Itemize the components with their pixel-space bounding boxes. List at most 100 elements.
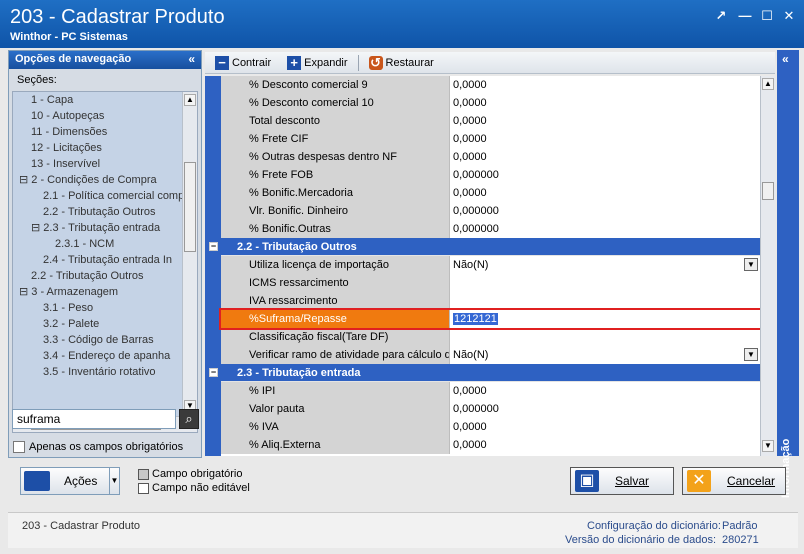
tree-item[interactable]: 2.2 - Tributação Outros <box>13 204 197 220</box>
tree-item[interactable]: ⊟ 2 - Condições de Compra <box>13 172 197 188</box>
grid-field-row: Total desconto 0,0000 <box>221 112 760 130</box>
grid-section-header[interactable]: − 2.2 - Tributação Outros <box>209 238 760 256</box>
legend-noneditable: Campo não editável <box>138 481 250 495</box>
field-value: Não(N) <box>453 349 489 361</box>
dict-version-label: Versão do dicionário de dados: <box>565 534 717 546</box>
tree-item[interactable]: 3.5 - Inventário rotativo <box>13 364 197 380</box>
collapse-nav-icon[interactable]: « <box>188 52 195 66</box>
close-button[interactable]: ✕ <box>780 8 798 24</box>
grid-section-header[interactable]: − 2.3 - Tributação entrada <box>209 364 760 382</box>
grid-field-row: % IVA 0,0000 <box>221 418 760 436</box>
grid-scrollbar[interactable]: ▲ ▼ <box>760 76 775 456</box>
restore-label: Restaurar <box>385 56 434 69</box>
grid-field-row: Utiliza licença de importação Não(N) ▼ <box>221 256 760 274</box>
tree-items: 1 - Capa 10 - Autopeças 11 - Dimensões 12 -… <box>13 92 197 380</box>
cancel-label: Cancelar <box>727 474 776 488</box>
field-label: Verificar ramo de atividade para cálculo… <box>221 346 450 364</box>
property-grid: % Desconto comercial 9 0,0000% Desconto c… <box>205 76 760 456</box>
expand-info-icon[interactable]: « <box>782 52 789 66</box>
only-required-checkbox[interactable] <box>13 441 25 453</box>
minimize-button[interactable]: — <box>736 8 754 24</box>
field-input[interactable]: 1212121 <box>450 310 760 328</box>
only-required-toggle[interactable]: Apenas os campos obrigatórios <box>13 441 183 453</box>
tree-item[interactable]: 2.4 - Tributação entrada In <box>13 252 197 268</box>
field-input[interactable]: 0,0000 <box>450 418 760 436</box>
field-input[interactable]: 0,0000 <box>450 130 760 148</box>
tree-item[interactable]: 10 - Autopeças <box>13 108 197 124</box>
actions-button[interactable]: Ações ▼ <box>20 467 120 495</box>
tree-item[interactable]: 2.2 - Tributação Outros <box>13 268 197 284</box>
collapse-button[interactable]: − Contrair <box>209 53 277 73</box>
plus-icon: + <box>287 55 302 70</box>
grid-scroll-down-icon[interactable]: ▼ <box>762 440 774 452</box>
save-button[interactable]: ▣ Salvar <box>570 467 674 495</box>
field-input[interactable] <box>450 328 760 346</box>
tree-item[interactable]: ⊟ 2.3 - Tributação entrada <box>13 220 197 236</box>
maximize-button[interactable]: ☐ <box>758 8 776 24</box>
actions-label: Ações <box>64 474 98 488</box>
tree-item[interactable]: 12 - Licitações <box>13 140 197 156</box>
chevron-down-icon[interactable]: ▼ <box>744 348 758 361</box>
field-label: % Desconto comercial 10 <box>221 94 450 112</box>
chevron-down-icon[interactable]: ▼ <box>744 258 758 271</box>
search-icon[interactable]: ⌕ <box>179 409 199 429</box>
field-value: 0,000000 <box>453 403 499 415</box>
highlighted-field-row: %Suframa/Repasse 1212121 <box>219 308 760 330</box>
field-select[interactable]: Não(N) ▼ <box>450 346 760 364</box>
cancel-button[interactable]: ✕ Cancelar <box>682 467 786 495</box>
window-subtitle: Winthor - PC Sistemas <box>10 31 128 43</box>
scroll-thumb[interactable] <box>184 162 196 252</box>
grid-scroll-up-icon[interactable]: ▲ <box>762 78 774 90</box>
tree-item[interactable]: 3.4 - Endereço de apanha <box>13 348 197 364</box>
grid-field-row: % Desconto comercial 10 0,0000 <box>221 94 760 112</box>
tree-item[interactable]: 3.2 - Palete <box>13 316 197 332</box>
field-input[interactable]: 0,0000 <box>450 94 760 112</box>
collapse-section-icon[interactable]: − <box>209 242 218 251</box>
only-required-label: Apenas os campos obrigatórios <box>29 441 184 453</box>
tree-item[interactable]: 2.3.1 - NCM <box>13 236 197 252</box>
restore-size-icon[interactable]: ↗ <box>712 8 730 24</box>
field-input[interactable]: 0,0000 <box>450 184 760 202</box>
field-label: % Desconto comercial 9 <box>221 76 450 94</box>
field-input[interactable]: 0,0000 <box>450 148 760 166</box>
field-input[interactable]: 0,000000 <box>450 202 760 220</box>
tree-item[interactable]: 3.1 - Peso <box>13 300 197 316</box>
field-label: % Outras despesas dentro NF <box>221 148 450 166</box>
field-input[interactable] <box>450 292 760 310</box>
field-label: % Aliq.Externa <box>221 436 450 454</box>
field-value: Não(N) <box>453 259 489 271</box>
field-input[interactable]: 0,000000 <box>450 166 760 184</box>
actions-dropdown-icon[interactable]: ▼ <box>109 468 119 494</box>
field-select[interactable]: Não(N) ▼ <box>450 256 760 274</box>
scroll-up-icon[interactable]: ▲ <box>184 94 196 106</box>
field-label: Total desconto <box>221 112 450 130</box>
grid-scroll-thumb[interactable] <box>762 182 774 200</box>
field-value: 0,0000 <box>453 439 487 451</box>
field-value: 0,0000 <box>453 421 487 433</box>
grid-toolbar: − Contrair + Expandir ↺ Restaurar <box>205 52 775 74</box>
tree-item[interactable]: 13 - Inservível <box>13 156 197 172</box>
field-input[interactable]: 0,0000 <box>450 76 760 94</box>
tree-item[interactable]: 3.3 - Código de Barras <box>13 332 197 348</box>
grid-field-row: % Desconto comercial 9 0,0000 <box>221 76 760 94</box>
collapse-section-icon[interactable]: − <box>209 368 218 377</box>
tree-item[interactable]: 1 - Capa <box>13 92 197 108</box>
info-side-tab[interactable]: « Informação <box>777 50 799 498</box>
field-label: % IVA <box>221 418 450 436</box>
tree-item[interactable]: 11 - Dimensões <box>13 124 197 140</box>
field-input[interactable]: 0,0000 <box>450 112 760 130</box>
field-value: 0,0000 <box>453 97 487 109</box>
tree-item[interactable]: 2.1 - Política comercial comp <box>13 188 197 204</box>
section-search-input[interactable]: suframa <box>12 409 176 429</box>
tree-item[interactable]: ⊟ 3 - Armazenagem <box>13 284 197 300</box>
field-input[interactable]: 0,000000 <box>450 220 760 238</box>
tree-vertical-scrollbar[interactable]: ▲ ▼ <box>182 92 197 416</box>
field-input[interactable]: 0,000000 <box>450 400 760 418</box>
field-label: % Bonific.Mercadoria <box>221 184 450 202</box>
field-input[interactable]: 0,0000 <box>450 436 760 454</box>
field-legend: Campo obrigatório Campo não editável <box>138 467 250 495</box>
field-input[interactable]: 0,0000 <box>450 382 760 400</box>
restore-button[interactable]: ↺ Restaurar <box>363 53 440 73</box>
expand-button[interactable]: + Expandir <box>281 53 353 73</box>
field-input[interactable] <box>450 274 760 292</box>
